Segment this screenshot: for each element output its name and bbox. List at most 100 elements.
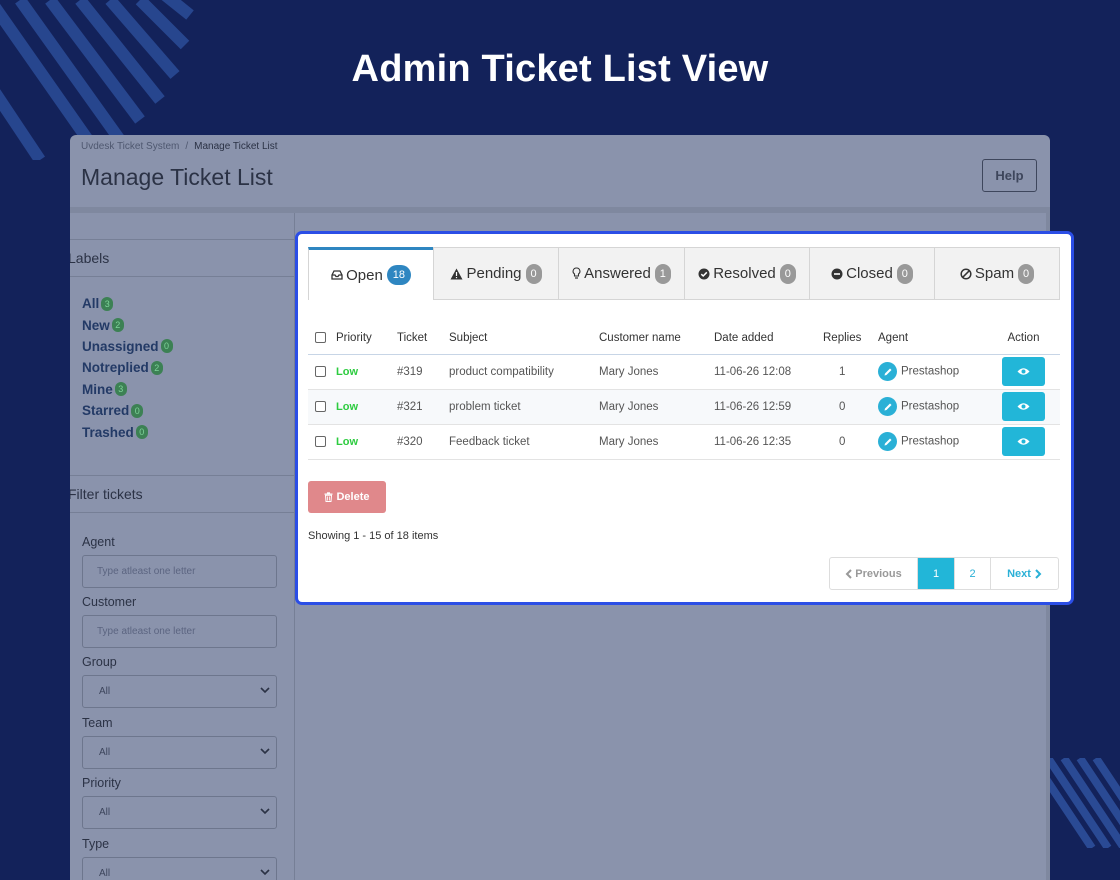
- row-checkbox[interactable]: [315, 435, 326, 447]
- view-ticket-button[interactable]: [1002, 392, 1045, 421]
- agent-cell[interactable]: Prestashop: [878, 354, 987, 390]
- customer-filter: Customer Type atleast one letter: [82, 595, 278, 648]
- help-button[interactable]: Help: [982, 159, 1037, 192]
- ban-icon: [960, 267, 972, 280]
- breadcrumb: Uvdesk Ticket System / Manage Ticket List: [81, 141, 278, 152]
- ticket-id[interactable]: #319: [397, 354, 449, 390]
- tab-answered[interactable]: Answered 1: [558, 247, 684, 300]
- view-ticket-button[interactable]: [1002, 427, 1045, 456]
- ticket-subject[interactable]: Feedback ticket: [449, 424, 599, 460]
- tab-spam[interactable]: Spam 0: [934, 247, 1060, 300]
- items-count-text: Showing 1 - 15 of 18 items: [308, 530, 439, 542]
- ticket-id[interactable]: #321: [397, 389, 449, 425]
- customer-filter-input[interactable]: Type atleast one letter: [82, 615, 277, 648]
- next-label: Next: [1007, 567, 1031, 580]
- label-item-notreplied[interactable]: Notreplied 2: [82, 357, 173, 378]
- priority-filter-select[interactable]: All: [82, 796, 277, 829]
- group-filter-select[interactable]: All: [82, 675, 277, 708]
- previous-page-button[interactable]: Previous: [830, 558, 918, 589]
- tab-open[interactable]: Open 18: [308, 247, 433, 300]
- type-filter-label: Type: [82, 837, 110, 851]
- chevron-down-icon: [260, 869, 270, 876]
- tab-count-badge: 18: [386, 265, 411, 285]
- eye-icon: [1017, 403, 1030, 410]
- team-filter-select[interactable]: All: [82, 736, 277, 769]
- type-filter-select[interactable]: All: [82, 857, 277, 880]
- agent-cell[interactable]: Prestashop: [878, 424, 987, 460]
- select-value: All: [99, 747, 111, 758]
- warning-icon: [450, 268, 463, 280]
- table-row[interactable]: Low #320 Feedback ticket Mary Jones 11-0…: [308, 424, 1060, 460]
- select-value: All: [99, 807, 111, 818]
- column-header-action: Action: [987, 322, 1060, 355]
- ticket-id[interactable]: #320: [397, 424, 449, 460]
- tab-count-badge: 0: [779, 263, 796, 284]
- hero-title: Admin Ticket List View: [351, 48, 769, 90]
- table-row[interactable]: Low #321 problem ticket Mary Jones 11-06…: [308, 389, 1060, 425]
- label-item-unassigned[interactable]: Unassigned 0: [82, 336, 173, 357]
- label-item-all[interactable]: All 3: [82, 293, 173, 314]
- row-checkbox[interactable]: [315, 365, 326, 377]
- column-header-ticket[interactable]: Ticket: [397, 322, 449, 355]
- label-item-new[interactable]: New 2: [82, 314, 173, 335]
- ticket-subject[interactable]: product compatibility: [449, 354, 599, 390]
- column-header-priority[interactable]: Priority: [336, 322, 397, 355]
- label-count-badge: 0: [131, 403, 144, 418]
- delete-button[interactable]: Delete: [308, 481, 386, 513]
- column-header-date[interactable]: Date added: [714, 322, 823, 355]
- page-button-2[interactable]: 2: [955, 558, 991, 589]
- next-page-button[interactable]: Next: [991, 558, 1058, 589]
- team-filter: Team All: [82, 716, 278, 769]
- customer-name: Mary Jones: [599, 354, 714, 390]
- agent-name: Prestashop: [901, 365, 960, 378]
- label-item-starred[interactable]: Starred 0: [82, 400, 173, 421]
- tab-resolved[interactable]: Resolved 0: [684, 247, 809, 300]
- page-button-1[interactable]: 1: [918, 558, 955, 589]
- label-count-badge: 2: [111, 318, 124, 333]
- label-name: All: [82, 296, 100, 312]
- chevron-left-icon: [845, 568, 852, 579]
- breadcrumb-root[interactable]: Uvdesk Ticket System: [81, 141, 179, 152]
- column-header-customer[interactable]: Customer name: [599, 322, 714, 355]
- label-item-mine[interactable]: Mine 3: [82, 379, 173, 400]
- pencil-icon[interactable]: [878, 397, 897, 416]
- replies-count: 0: [823, 424, 878, 460]
- row-checkbox[interactable]: [315, 400, 326, 412]
- pencil-icon[interactable]: [878, 432, 897, 451]
- table-row[interactable]: Low #319 product compatibility Mary Jone…: [308, 354, 1060, 390]
- page-title: Manage Ticket List: [81, 164, 273, 190]
- select-all-checkbox[interactable]: [315, 332, 326, 344]
- tab-closed[interactable]: Closed 0: [809, 247, 934, 300]
- chevron-down-icon: [260, 748, 270, 755]
- pencil-icon[interactable]: [878, 362, 897, 381]
- ticket-subject[interactable]: problem ticket: [449, 389, 599, 425]
- date-added: 11-06-26 12:35: [714, 424, 823, 460]
- tab-label: Pending: [466, 265, 522, 282]
- delete-label: Delete: [336, 491, 370, 503]
- view-ticket-button[interactable]: [1002, 357, 1045, 386]
- priority-label: Low: [336, 435, 358, 448]
- column-header-replies[interactable]: Replies: [823, 322, 878, 355]
- lightbulb-icon: [572, 267, 581, 280]
- priority-filter: Priority All: [82, 776, 278, 829]
- tab-label: Open: [346, 266, 383, 284]
- replies-count: 1: [823, 354, 878, 390]
- select-value: All: [99, 868, 111, 879]
- label-item-trashed[interactable]: Trashed 0: [82, 421, 173, 442]
- agent-name: Prestashop: [901, 400, 960, 413]
- agent-filter-input[interactable]: Type atleast one letter: [82, 555, 277, 588]
- type-filter: Type All: [82, 837, 278, 880]
- tab-label: Spam: [974, 265, 1015, 282]
- tab-count-badge: 0: [896, 263, 913, 284]
- filter-heading: Filter tickets: [70, 475, 295, 513]
- chevron-down-icon: [260, 687, 270, 694]
- agent-cell[interactable]: Prestashop: [878, 389, 987, 425]
- column-header-subject[interactable]: Subject: [449, 322, 599, 355]
- tab-label: Closed: [846, 265, 893, 282]
- pagination: Previous 1 2 Next: [829, 557, 1059, 590]
- column-header-agent[interactable]: Agent: [878, 322, 987, 355]
- tab-pending[interactable]: Pending 0: [433, 247, 558, 300]
- check-circle-icon: [698, 268, 710, 280]
- label-name: Starred: [82, 403, 130, 419]
- chevron-down-icon: [260, 808, 270, 815]
